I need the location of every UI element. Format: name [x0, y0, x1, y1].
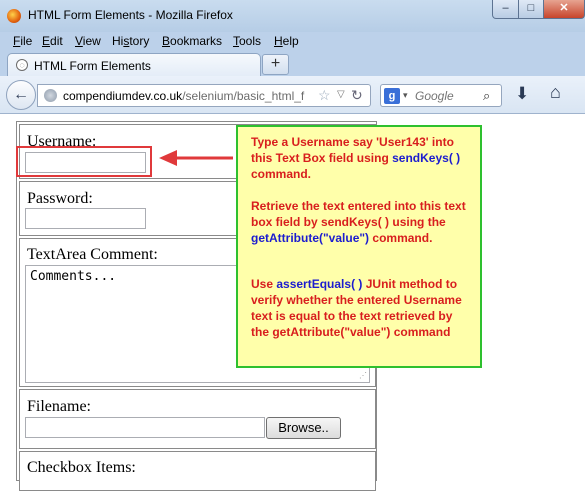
search-icon[interactable]: ⌕ — [483, 88, 490, 104]
google-engine-icon[interactable]: g — [384, 88, 400, 104]
firefox-icon — [7, 9, 21, 23]
search-input[interactable] — [415, 88, 475, 103]
home-icon[interactable]: ⌂ — [550, 82, 561, 103]
new-tab-button[interactable]: + — [262, 54, 289, 75]
tab-title: HTML Form Elements — [34, 59, 151, 73]
minimize-button[interactable]: – — [492, 0, 519, 19]
callout-step-3: Use assertEquals( ) JUnit method to veri… — [251, 277, 462, 339]
download-icon[interactable]: ⬇ — [515, 84, 529, 104]
url-text[interactable]: compendiumdev.co.uk/selenium/basic_html_… — [63, 89, 311, 103]
textarea-label: TextArea Comment: — [27, 246, 158, 263]
username-highlight-box — [16, 146, 152, 177]
textarea-text: Comments... — [30, 269, 117, 284]
menu-help[interactable]: Help — [274, 34, 299, 48]
red-arrow-icon — [159, 150, 233, 166]
tab-bar: ◌ HTML Form Elements + — [0, 50, 585, 77]
resize-grip-icon[interactable]: ⋰ — [359, 371, 367, 380]
menu-file[interactable]: File — [13, 34, 32, 48]
checkbox-cell: Checkbox Items: — [19, 451, 376, 491]
password-label: Password: — [27, 190, 93, 207]
url-dropdown-icon[interactable]: ▽ — [337, 89, 345, 100]
search-bar: g ▾ ⌕ — [380, 84, 502, 107]
menu-view[interactable]: View — [75, 34, 101, 48]
url-bar[interactable]: compendiumdev.co.uk/selenium/basic_html_… — [37, 84, 371, 107]
checkbox-label: Checkbox Items: — [27, 459, 136, 476]
tab-html-form-elements[interactable]: ◌ HTML Form Elements — [7, 53, 261, 77]
window-title: HTML Form Elements - Mozilla Firefox — [28, 8, 233, 22]
password-input[interactable] — [25, 208, 146, 229]
menu-edit[interactable]: Edit — [42, 34, 63, 48]
filename-label: Filename: — [27, 398, 91, 415]
menu-tools[interactable]: Tools — [233, 34, 261, 48]
filename-cell: Filename: Browse.. — [19, 389, 376, 449]
menu-bar: File Edit View History Bookmarks Tools H… — [0, 32, 585, 50]
callout-step-1: Type a Username say 'User143' into this … — [251, 135, 461, 181]
back-button[interactable]: ← — [6, 80, 36, 110]
maximize-button[interactable]: □ — [518, 0, 544, 19]
close-button[interactable]: ✕ — [543, 0, 585, 19]
instruction-callout: Type a Username say 'User143' into this … — [236, 125, 482, 368]
menu-history[interactable]: History — [112, 34, 149, 48]
navigation-bar: ← compendiumdev.co.uk/selenium/basic_htm… — [0, 76, 585, 114]
callout-step-2: Retrieve the text entered into this text… — [251, 199, 466, 245]
browse-button[interactable]: Browse.. — [266, 417, 341, 439]
site-identity-icon[interactable] — [44, 89, 57, 102]
menu-bookmarks[interactable]: Bookmarks — [162, 34, 222, 48]
engine-dropdown-icon[interactable]: ▾ — [403, 90, 408, 101]
title-bar: HTML Form Elements - Mozilla Firefox – □… — [0, 0, 585, 32]
page-favicon-icon: ◌ — [16, 59, 28, 71]
bookmark-star-icon[interactable]: ☆ — [318, 87, 331, 104]
reload-icon[interactable]: ↻ — [351, 87, 363, 104]
back-arrow-icon: ← — [13, 86, 29, 103]
filename-input[interactable] — [25, 417, 265, 438]
